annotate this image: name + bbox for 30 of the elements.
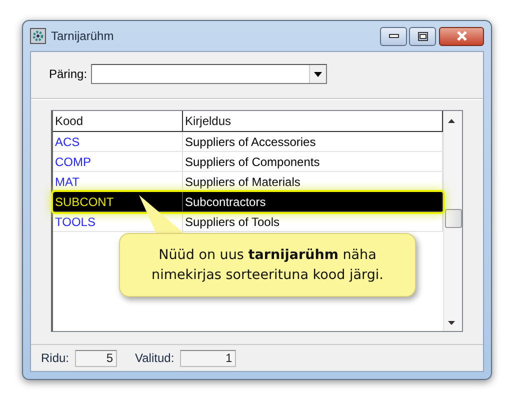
minimize-button[interactable] [380,26,407,46]
table-row[interactable]: ACS Suppliers of Accessories [53,132,443,152]
table-row[interactable]: COMP Suppliers of Components [53,152,443,172]
description-cell: Suppliers of Components [183,152,443,172]
scroll-up-icon[interactable] [448,119,455,123]
scroll-thumb[interactable] [445,209,462,228]
description-cell: Subcontractors [183,192,443,212]
code-cell: COMP [53,152,183,172]
maximize-icon [418,32,428,40]
description-cell: Suppliers of Accessories [183,132,443,152]
callout-text: Nüüd on uus tarnijarühm näha nimekirjas sorteerituna kood järgi. [150,246,384,285]
status-label: Ridu: [41,351,70,365]
scrollbar[interactable] [443,111,462,331]
app-icon [30,28,46,44]
query-label: Päring: [49,67,88,81]
window-title: Tarnijarühm [51,29,115,43]
table-row[interactable]: SUBCONT Subcontractors [53,192,443,212]
status-value: 1 [180,350,236,366]
column-header[interactable]: Kood [53,111,183,131]
code-cell: ACS [53,132,183,152]
query-dropdown[interactable] [91,64,328,84]
dropdown-arrow-icon [314,72,322,76]
status-label: Valitud: [135,351,174,365]
maximize-button[interactable] [409,26,436,46]
description-cell: Suppliers of Tools [183,212,443,232]
close-icon [456,31,468,41]
minimize-icon [388,34,398,38]
status-value: 5 [75,350,118,366]
scroll-down-icon[interactable] [448,321,455,325]
close-button[interactable] [439,26,484,46]
